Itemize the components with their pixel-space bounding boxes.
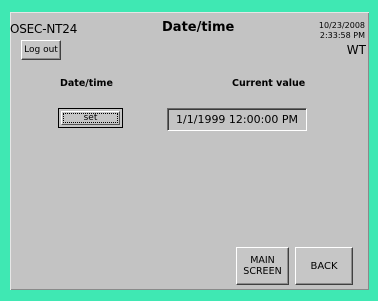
current-value-display: 1/1/1999 12:00:00 PM bbox=[167, 108, 307, 131]
logout-button[interactable]: Log out bbox=[21, 40, 61, 60]
set-button[interactable]: set bbox=[58, 108, 123, 128]
back-button[interactable]: BACK bbox=[295, 247, 353, 285]
main-screen-label-line2: SCREEN bbox=[243, 266, 282, 277]
main-screen-label-line1: MAIN bbox=[250, 255, 275, 266]
column-header-current-value: Current value bbox=[232, 78, 306, 89]
hmi-screen: OSEC-NT24 Date/time 10/23/2008 2:33:58 P… bbox=[10, 12, 369, 290]
header-date: 10/23/2008 bbox=[318, 21, 365, 30]
set-button-label: set bbox=[61, 111, 120, 125]
mode-indicator: WT bbox=[346, 43, 366, 57]
page-title: Date/time bbox=[162, 20, 235, 35]
column-header-datetime: Date/time bbox=[60, 78, 113, 89]
main-screen-button[interactable]: MAIN SCREEN bbox=[236, 247, 289, 285]
header-time: 2:33:58 PM bbox=[319, 31, 365, 40]
device-name: OSEC-NT24 bbox=[10, 22, 78, 36]
